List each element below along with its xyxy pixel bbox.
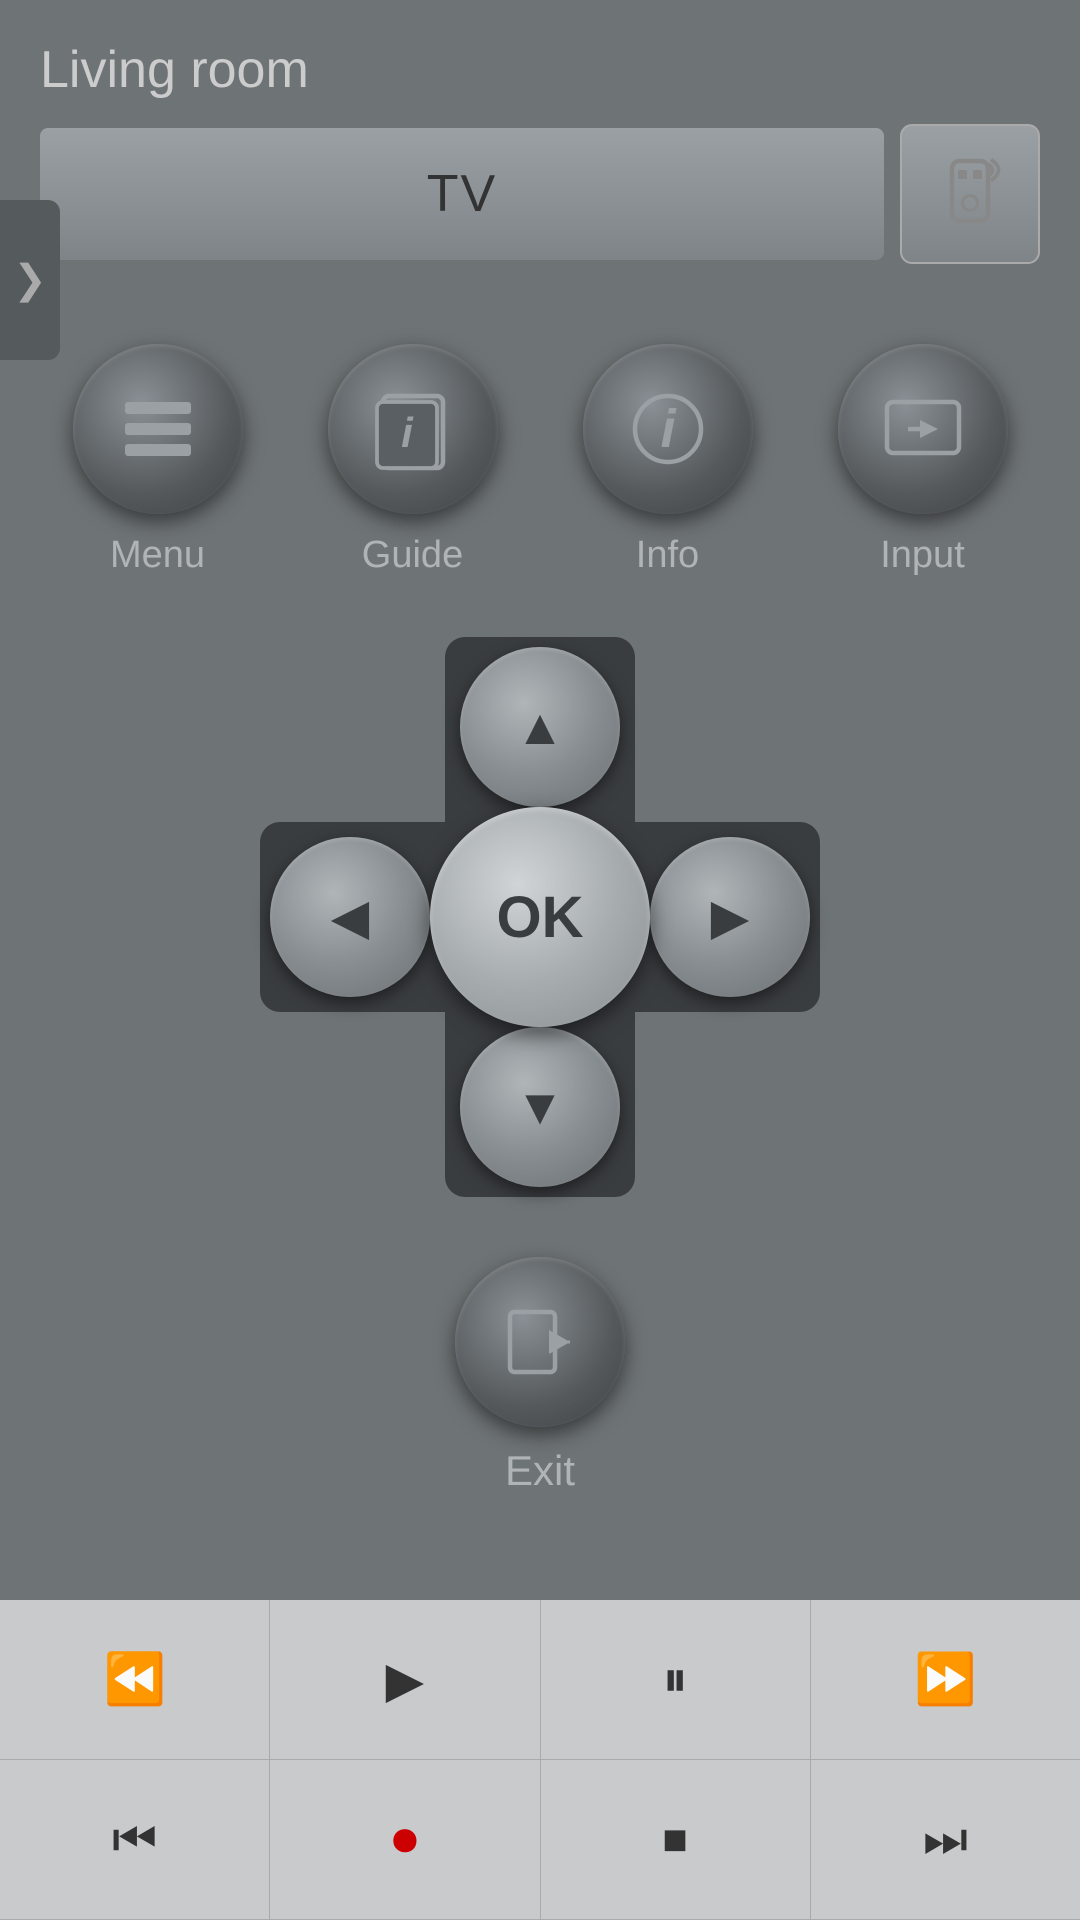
pause-button[interactable]: ⏸ (541, 1600, 811, 1759)
dpad-ok-button[interactable]: OK (430, 807, 650, 1027)
info-label: Info (636, 534, 699, 577)
info-button-container: i Info (583, 344, 753, 577)
input-button[interactable] (838, 344, 1008, 514)
menu-icon (113, 384, 203, 474)
input-icon (878, 384, 968, 474)
function-buttons-row: Menu i Guide i Info (0, 284, 1080, 597)
transport-bar: ⏪ ▶ ⏸ ⏩ ⏮ ⏺ ⏹ ⏭ (0, 1600, 1080, 1920)
arrow-right-icon: ▶ (711, 888, 749, 946)
remote-icon-button[interactable] (900, 124, 1040, 264)
guide-button[interactable]: i (328, 344, 498, 514)
skip-forward-icon: ⏭ (923, 1810, 968, 1869)
exit-section: Exit (0, 1257, 1080, 1495)
room-title: Living room (40, 40, 1040, 100)
header: Living room TV (0, 0, 1080, 284)
dpad-up-button[interactable]: ▲ (460, 647, 620, 807)
fast-forward-icon: ⏩ (914, 1650, 976, 1709)
side-tab[interactable]: ❯ (0, 200, 60, 360)
record-button[interactable]: ⏺ (270, 1760, 540, 1919)
guide-icon: i (368, 384, 458, 474)
svg-text:i: i (660, 399, 676, 459)
exit-label: Exit (505, 1447, 575, 1495)
stop-button[interactable]: ⏹ (541, 1760, 811, 1919)
skip-back-icon: ⏮ (112, 1810, 157, 1869)
skip-back-button[interactable]: ⏮ (0, 1760, 270, 1919)
guide-button-container: i Guide (328, 344, 498, 577)
record-icon: ⏺ (392, 1810, 417, 1869)
device-bar: TV (40, 124, 1040, 264)
dpad-down-button[interactable]: ▼ (460, 1027, 620, 1187)
chevron-right-icon: ❯ (13, 257, 47, 303)
exit-button[interactable] (455, 1257, 625, 1427)
remote-icon (925, 149, 1015, 239)
info-icon: i (623, 384, 713, 474)
arrow-up-icon: ▲ (515, 698, 565, 756)
dpad-area: ▲ ▼ ◀ ▶ OK (0, 637, 1080, 1197)
fast-forward-button[interactable]: ⏩ (811, 1600, 1080, 1759)
info-button[interactable]: i (583, 344, 753, 514)
pause-icon: ⏸ (663, 1650, 688, 1709)
input-button-container: Input (838, 344, 1008, 577)
menu-button-container: Menu (73, 344, 243, 577)
dpad-right-button[interactable]: ▶ (650, 837, 810, 997)
arrow-down-icon: ▼ (515, 1078, 565, 1136)
rewind-button[interactable]: ⏪ (0, 1600, 270, 1759)
dpad-left-button[interactable]: ◀ (270, 837, 430, 997)
svg-text:i: i (401, 409, 414, 456)
transport-row-1: ⏪ ▶ ⏸ ⏩ (0, 1600, 1080, 1760)
menu-button[interactable] (73, 344, 243, 514)
play-button[interactable]: ▶ (270, 1600, 540, 1759)
stop-icon: ⏹ (663, 1810, 688, 1869)
skip-forward-button[interactable]: ⏭ (811, 1760, 1080, 1919)
menu-label: Menu (110, 534, 205, 577)
dpad-cross: ▲ ▼ ◀ ▶ OK (260, 637, 820, 1197)
device-name-button[interactable]: TV (40, 128, 884, 260)
exit-icon (495, 1297, 585, 1387)
rewind-icon: ⏪ (103, 1650, 165, 1709)
transport-row-2: ⏮ ⏺ ⏹ ⏭ (0, 1760, 1080, 1920)
play-icon: ▶ (386, 1651, 424, 1709)
arrow-left-icon: ◀ (331, 888, 369, 946)
input-label: Input (880, 534, 965, 577)
guide-label: Guide (362, 534, 463, 577)
